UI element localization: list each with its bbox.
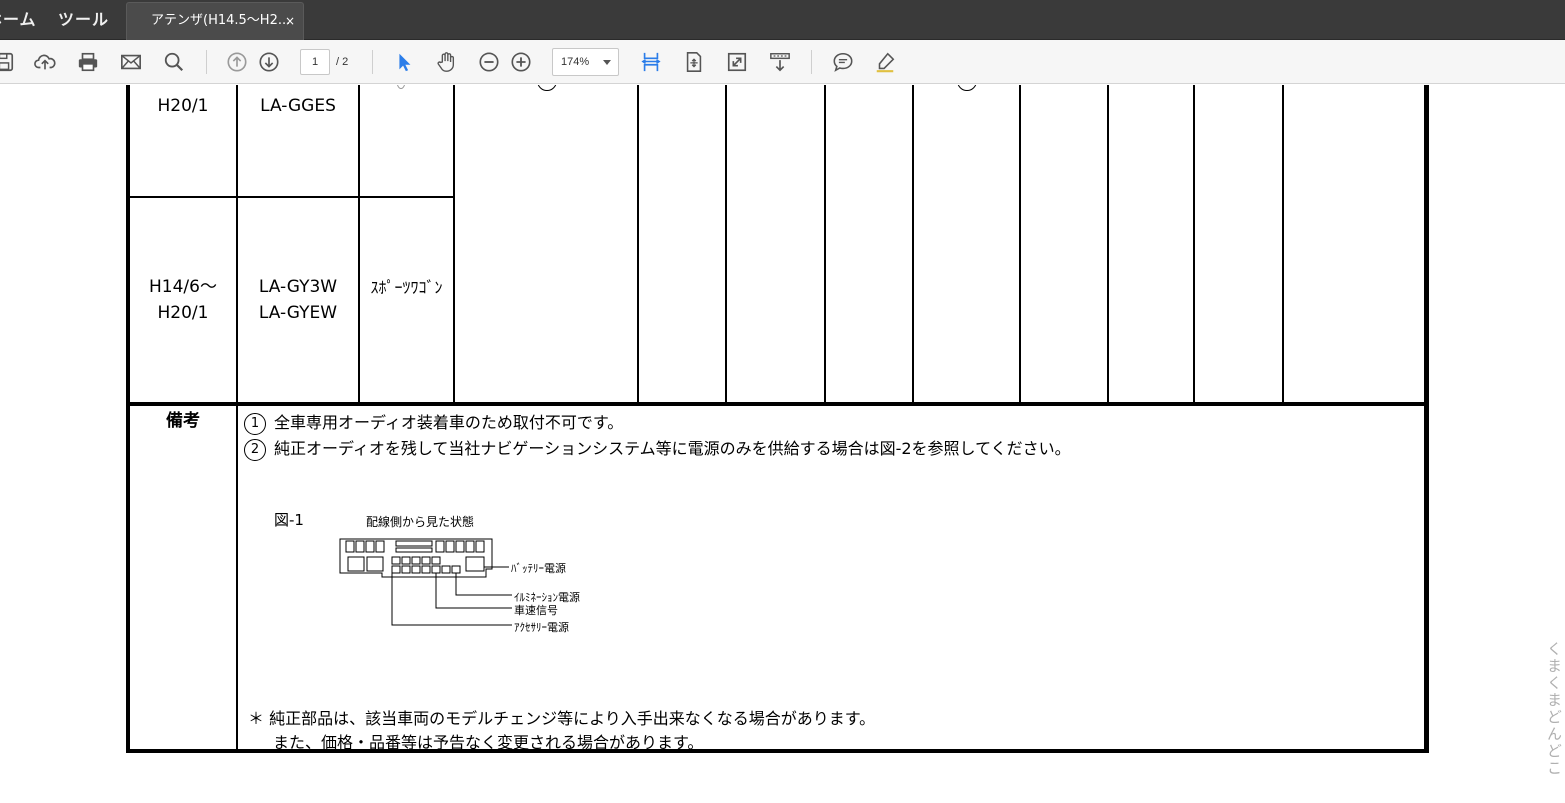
footnote-line: ＊ 純正部品は、該当車両のモデルチェンジ等により入手出来なくなる場合があります。 [248, 709, 876, 728]
comment-icon[interactable] [831, 50, 855, 74]
column-divider [637, 85, 639, 402]
connector-diagram [339, 538, 512, 626]
model-code: LA-GYEW [258, 303, 338, 323]
zoom-in-icon[interactable] [509, 50, 533, 74]
column-divider [1107, 85, 1109, 402]
column-divider [1282, 85, 1284, 402]
rotate-page-icon[interactable] [682, 50, 706, 74]
search-icon[interactable] [162, 50, 186, 74]
column-divider [912, 85, 914, 402]
zoom-out-icon[interactable] [477, 50, 501, 74]
footnote-line: また、価格・品番等は予告なく変更される場合があります。 [273, 733, 704, 752]
cell-model: LA-GY3W LA-GYEW [238, 198, 358, 402]
table-border-right [1424, 85, 1429, 753]
select-cursor-icon[interactable] [392, 50, 416, 74]
mail-icon[interactable] [119, 50, 143, 74]
cell-model: LA-GGES [260, 96, 336, 116]
scroll-mode-icon[interactable] [768, 50, 792, 74]
note-item: 2 純正オーディオを残して当社ナビゲーションシステム等に電源のみを供給する場合は図… [244, 435, 1071, 461]
column-divider [453, 85, 455, 402]
tab-bar: ホーム ツール アテンザ(H14.5〜H2... × [0, 0, 1565, 40]
column-divider [725, 85, 727, 402]
zoom-select[interactable]: 174% [552, 48, 619, 76]
chevron-down-icon [603, 60, 611, 65]
note-item: 1 全車専用オーディオ装着車のため取付不可です。 [244, 409, 623, 435]
cell-period: H14/6〜 H20/1 [130, 198, 236, 402]
figure-label: 図-1 [274, 511, 304, 529]
fit-width-icon[interactable] [639, 50, 663, 74]
tab-close-icon[interactable]: × [285, 3, 295, 39]
document-tab-title: アテンザ(H14.5〜H2... [151, 13, 291, 28]
cell-body-type: ｽﾎﾟｰﾂﾜｺﾞﾝ [370, 278, 443, 297]
callout-speed-signal: 車速信号 [514, 604, 558, 617]
watermark-text: くまくまどんどこ [1545, 641, 1563, 777]
hand-icon[interactable] [434, 50, 458, 74]
period-end: H20/1 [157, 303, 209, 323]
circle-mark [396, 85, 406, 89]
page-number-input[interactable]: 1 [300, 49, 330, 75]
toolbar-separator [372, 50, 373, 74]
toolbar-separator [811, 50, 812, 74]
column-divider [824, 85, 826, 402]
remarks-divider [126, 402, 1429, 406]
circle-mark [537, 85, 557, 91]
note-text: 全車専用オーディオ装着車のため取付不可です。 [274, 413, 624, 432]
toolbar-separator [206, 50, 207, 74]
fullscreen-icon[interactable] [725, 50, 749, 74]
callout-battery-power: ﾊﾞｯﾃﾘｰ電源 [511, 562, 566, 575]
column-divider [1193, 85, 1195, 402]
document-page: H20/1 LA-GGES H14/6〜 H20/1 LA-GY3W LA-GY… [0, 85, 1565, 803]
pdf-viewer-window: ホーム ツール アテンザ(H14.5〜H2... × 1 / 2 [0, 0, 1565, 803]
period-start: H14/6〜 [149, 277, 217, 297]
callout-accessory-power: ｱｸｾｻﾘｰ電源 [514, 621, 569, 634]
note-text: 純正オーディオを残して当社ナビゲーションシステム等に電源のみを供給する場合は図-… [274, 439, 1071, 458]
remarks-label: 備考 [166, 411, 200, 431]
zoom-value: 174% [561, 56, 590, 68]
document-tab[interactable]: アテンザ(H14.5〜H2... × [126, 2, 304, 40]
column-divider [1019, 85, 1021, 402]
print-icon[interactable] [76, 50, 100, 74]
model-code: LA-GY3W [258, 277, 338, 297]
highlight-icon[interactable] [873, 50, 897, 74]
save-icon[interactable] [0, 50, 16, 74]
note-number: 2 [244, 439, 266, 461]
upload-icon[interactable] [33, 50, 57, 74]
menu-home[interactable]: ホーム [0, 0, 37, 40]
circle-mark [957, 85, 977, 91]
menu-tools[interactable]: ツール [58, 0, 109, 40]
page-down-icon[interactable] [257, 50, 281, 74]
page-up-icon[interactable] [225, 50, 249, 74]
note-number: 1 [244, 413, 266, 435]
cell-period: H20/1 [157, 96, 209, 116]
toolbar: 1 / 2 174% [0, 40, 1565, 84]
figure-caption: 配線側から見た状態 [366, 515, 475, 529]
page-total-label: / 2 [336, 56, 349, 68]
